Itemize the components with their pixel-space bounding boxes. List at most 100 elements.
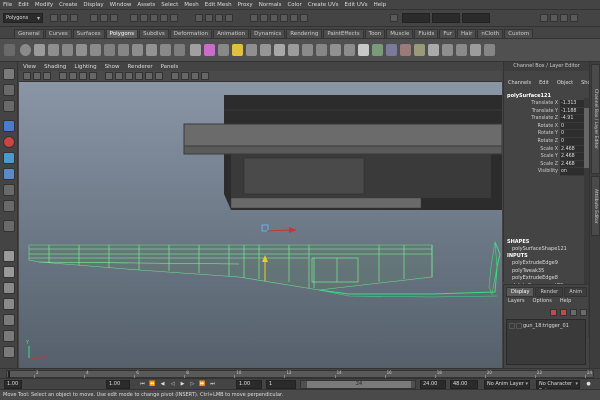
channel-box-menu-channels[interactable]: Channels [504, 80, 535, 89]
cut-uv-icon[interactable] [442, 44, 453, 56]
use-all-lights-icon[interactable] [145, 72, 153, 80]
panel-menu-panels[interactable]: Panels [157, 64, 183, 70]
toggle-attribute-editor-icon[interactable] [550, 14, 558, 22]
input-node[interactable]: polyTweak35 [512, 268, 588, 276]
menu-item-display[interactable]: Display [80, 2, 106, 8]
panel-menu-renderer[interactable]: Renderer [123, 64, 156, 70]
attribute-row[interactable]: Scale Z 2.468 [504, 160, 589, 169]
menu-set-dropdown[interactable]: Polygons [3, 13, 43, 23]
toggle-tool-settings-icon[interactable] [560, 14, 568, 22]
last-tool-icon[interactable] [3, 220, 15, 232]
playback-start-field[interactable]: 1.00 [236, 380, 262, 389]
menu-item-mesh[interactable]: Mesh [181, 2, 201, 8]
backface-culling-icon[interactable] [201, 72, 209, 80]
shelf-tab-fluids[interactable]: Fluids [414, 29, 439, 38]
input-y-field[interactable] [432, 13, 460, 23]
unfold-uv-icon[interactable] [470, 44, 481, 56]
step-back-frame-icon[interactable]: ◀︎ [158, 380, 167, 389]
attribute-row[interactable]: Rotate Y0 [504, 130, 589, 138]
poly-torus-icon[interactable] [90, 44, 101, 56]
channel-box-menu-object[interactable]: Object [553, 80, 577, 89]
playback-end-field[interactable]: 24.00 [420, 380, 446, 389]
side-tab-channel-box[interactable]: Channel Box / Layer Editor [591, 64, 600, 174]
bevel-icon[interactable] [330, 44, 341, 56]
fill-hole-icon[interactable] [246, 44, 257, 56]
menu-item-create[interactable]: Create [56, 2, 80, 8]
range-slider-handle[interactable]: 24 [307, 381, 411, 388]
layer-up-icon[interactable] [570, 309, 577, 316]
mask-curve-icon[interactable] [160, 14, 168, 22]
select-hierarchy-icon[interactable] [90, 14, 98, 22]
layer-tab-render[interactable]: Render [535, 287, 564, 297]
mirror-geometry-icon[interactable] [232, 44, 243, 56]
image-plane-icon[interactable] [59, 72, 67, 80]
render-settings-icon[interactable] [290, 14, 298, 22]
channel-box-object-name[interactable]: polySurface121 [507, 93, 551, 99]
shadows-icon[interactable] [155, 72, 163, 80]
poly-cube-icon[interactable] [34, 44, 45, 56]
poly-prism-icon[interactable] [104, 44, 115, 56]
shelf-tab-rendering[interactable]: Rendering [286, 29, 323, 38]
toggle-channel-box-icon[interactable] [540, 14, 548, 22]
select-camera-icon[interactable] [23, 72, 31, 80]
new-scene-icon[interactable] [50, 14, 58, 22]
step-forward-frame-icon[interactable]: ▷ [188, 380, 197, 389]
cylindrical-mapping-icon[interactable] [386, 44, 397, 56]
input-node[interactable]: polyExtrudeEdge8 [512, 275, 588, 283]
auto-key-icon[interactable]: ● [584, 380, 593, 389]
shelf-tab-animation[interactable]: Animation [213, 29, 250, 38]
lasso-tool-icon[interactable] [3, 84, 15, 96]
attribute-row[interactable]: Scale X 2.468 [504, 145, 589, 154]
end-time-field[interactable]: 48.00 [450, 380, 478, 389]
menu-item-assets[interactable]: Assets [134, 2, 158, 8]
film-gate-icon[interactable] [79, 72, 87, 80]
scale-tool-icon[interactable] [3, 152, 15, 164]
side-tab-attribute-editor[interactable]: Attribute Editor [591, 176, 600, 236]
attribute-name[interactable]: Translate X [504, 100, 560, 108]
input-node[interactable]: polyExtrudeEdge9 [512, 260, 588, 268]
shelf-tab-curves[interactable]: Curves [44, 29, 72, 38]
attribute-row[interactable]: Translate Z -4.91 [504, 115, 589, 123]
show-manipulator-icon[interactable] [3, 200, 15, 212]
bridge-icon[interactable] [274, 44, 285, 56]
menu-item-select[interactable]: Select [158, 2, 181, 8]
layer-visibility-toggle[interactable] [509, 323, 515, 329]
input-x-field[interactable] [402, 13, 430, 23]
attribute-row[interactable]: Visibility on [504, 168, 589, 176]
layer-menu-help[interactable]: Help [556, 298, 575, 304]
mask-edge-icon[interactable] [140, 14, 148, 22]
layer-menu-layers[interactable]: Layers [504, 298, 529, 304]
attribute-row[interactable]: Translate Y -1.188 [504, 107, 589, 116]
graph-editor-icon[interactable] [3, 330, 15, 342]
range-slider[interactable]: 24 [300, 380, 416, 389]
checker-icon[interactable] [428, 44, 439, 56]
layer-tab-anim[interactable]: Anim [564, 287, 588, 297]
go-to-end-icon[interactable]: ⏭ [208, 380, 217, 389]
time-slider-track[interactable]: 2 4 6 8 10 12 14 16 18 20 22 24 [6, 370, 594, 378]
mask-face-icon[interactable] [150, 14, 158, 22]
shelf-tab-deformation[interactable]: Deformation [169, 29, 213, 38]
menu-item-file[interactable]: File [0, 2, 15, 8]
attribute-row[interactable]: Rotate Z0 [504, 137, 589, 146]
persp-outliner-layout-icon[interactable] [3, 298, 15, 310]
open-scene-icon[interactable] [60, 14, 68, 22]
shelf-menu-icon[interactable] [4, 44, 15, 56]
attribute-name[interactable]: Visibility [504, 168, 560, 176]
shelf-tab-painteffects[interactable]: PaintEffects [323, 29, 364, 38]
camera-attributes-icon[interactable] [33, 72, 41, 80]
snap-grid-icon[interactable] [195, 14, 203, 22]
relative-transform-icon[interactable] [390, 14, 398, 22]
current-time-field[interactable]: 1.00 [106, 380, 130, 389]
go-to-start-icon[interactable]: ⏮ [138, 380, 147, 389]
split-polygon-icon[interactable] [302, 44, 313, 56]
xray-joints-icon[interactable] [191, 72, 199, 80]
merge-icon[interactable] [344, 44, 355, 56]
wireframe-icon[interactable] [105, 72, 113, 80]
render-view-icon[interactable] [260, 14, 268, 22]
poly-cone-icon[interactable] [62, 44, 73, 56]
spherical-mapping-icon[interactable] [400, 44, 411, 56]
automatic-mapping-icon[interactable] [414, 44, 425, 56]
shelf-tab-hair[interactable]: Hair [457, 29, 477, 38]
menu-item-modify[interactable]: Modify [32, 2, 56, 8]
wireframe-on-shaded-icon[interactable] [125, 72, 133, 80]
